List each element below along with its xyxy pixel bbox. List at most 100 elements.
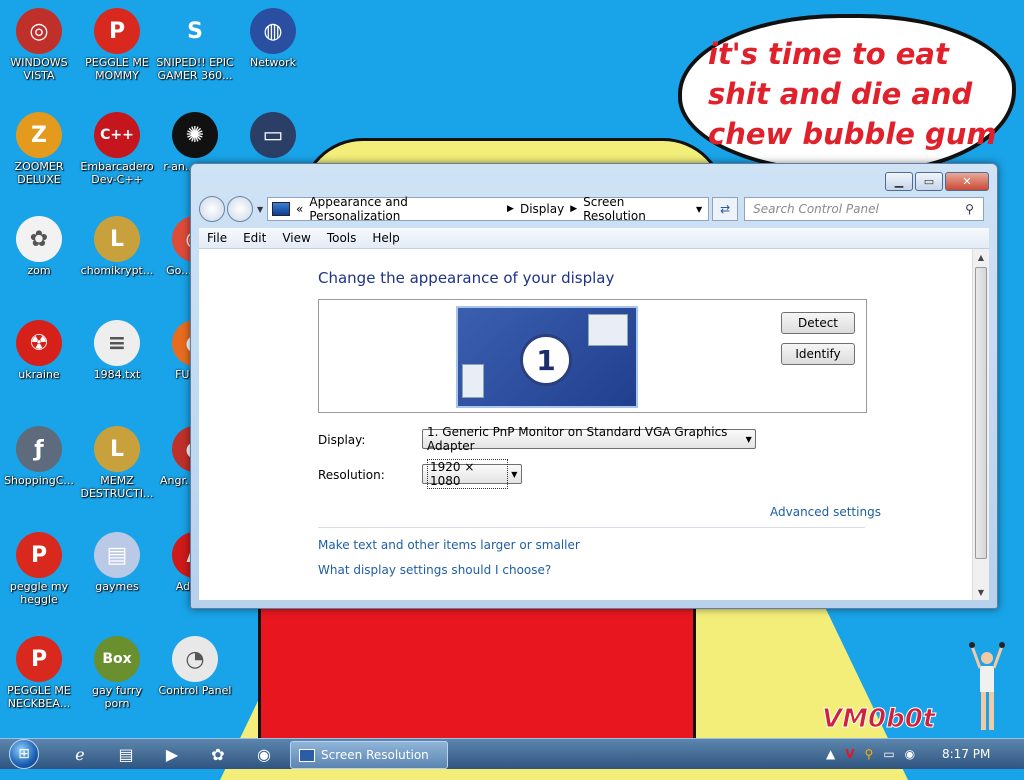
monitor-1-preview[interactable]: 1	[456, 306, 638, 408]
menu-help[interactable]: Help	[364, 231, 407, 245]
antivirus-icon[interactable]: V	[845, 747, 854, 761]
windows-logo-icon: ⊞	[9, 739, 39, 769]
content-pane: Change the appearance of your display 1 …	[199, 249, 989, 600]
desktop-icon-label: SNIPED!! EPIC GAMER 360...	[156, 56, 234, 82]
skype-icon: S	[172, 8, 218, 54]
window-thumbnail-icon	[588, 314, 628, 346]
volume-icon[interactable]: ◉	[905, 747, 915, 761]
desktop-icon[interactable]: ✿ zom	[0, 214, 78, 277]
media-player-icon[interactable]: ▶	[152, 742, 192, 766]
speech-bubble-text: it's time to eat shit and die and chew b…	[708, 37, 997, 151]
minimize-button[interactable]: ▁	[885, 172, 913, 191]
display-tray-icon[interactable]: ▭	[883, 747, 894, 761]
dancer-figure-icon	[969, 642, 1005, 730]
divider	[318, 527, 865, 528]
menu-view[interactable]: View	[274, 231, 318, 245]
desktop-icon[interactable]: ◔ Control Panel	[156, 634, 234, 697]
search-input[interactable]: Search Control Panel	[745, 202, 965, 216]
display-select[interactable]: 1. Generic PnP Monitor on Standard VGA G…	[422, 425, 756, 453]
menu-bar: File Edit View Tools Help	[199, 228, 989, 249]
navigation-bar: ▼ « Appearance and Personalization ▶ Dis…	[199, 195, 989, 223]
system-tray: ▲ V ⚲ ▭ ◉	[826, 739, 915, 769]
monitor-number: 1	[520, 334, 572, 386]
desktop-icon[interactable]: S SNIPED!! EPIC GAMER 360...	[156, 6, 234, 82]
show-hidden-icons-icon[interactable]: ▲	[826, 747, 835, 761]
desktop-icon-label: gaymes	[95, 580, 139, 593]
address-bar[interactable]: « Appearance and Personalization ▶ Displ…	[267, 195, 710, 223]
txt-icon: ≡	[94, 320, 140, 366]
window-thumbnail-icon	[462, 364, 484, 398]
resolution-select[interactable]: 1920 × 1080 ▼	[422, 459, 522, 489]
scrollbar-thumb[interactable]	[975, 267, 987, 559]
resolution-select-value: 1920 × 1080	[427, 459, 508, 489]
menu-tools[interactable]: Tools	[319, 231, 365, 245]
desktop-icon-label: peggle my heggle	[9, 580, 69, 606]
menu-file[interactable]: File	[199, 231, 235, 245]
desktop-icon[interactable]: ▤ gaymes	[78, 530, 156, 593]
desktop-icon[interactable]: ≡ 1984.txt	[78, 318, 156, 381]
advanced-settings-link[interactable]: Advanced settings	[770, 505, 881, 519]
wallpaper-signature: VM0b0t	[821, 704, 936, 735]
desktop-icon-label: chomikrypt...	[80, 264, 154, 277]
back-button[interactable]	[199, 196, 225, 222]
breadcrumb-appearance[interactable]: Appearance and Personalization	[309, 195, 501, 223]
desktop-icon-label: Control Panel	[158, 684, 232, 697]
desktop-icon[interactable]: ◍ Network	[234, 6, 312, 69]
wallpaper-shirt	[258, 600, 696, 750]
recent-pages-dropdown[interactable]: ▼	[257, 205, 263, 214]
search-box[interactable]: Search Control Panel ⚲	[744, 197, 985, 221]
desktop-icon-label: PEGGLE ME NECKBEA...	[7, 684, 71, 710]
desktop-icon[interactable]: ▭	[234, 110, 312, 160]
desktop-icon[interactable]: P PEGGLE ME NECKBEA...	[0, 634, 78, 710]
forward-button[interactable]	[227, 196, 253, 222]
refresh-button[interactable]: ⇄	[712, 197, 739, 221]
close-button[interactable]: ✕	[945, 172, 989, 191]
address-dropdown-icon[interactable]: ▼	[696, 205, 702, 214]
desktop-icon[interactable]: ◎ WINDOWS VISTA	[0, 6, 78, 82]
desktop-icon-label: ukraine	[18, 368, 60, 381]
desktop-icon[interactable]: C++ Embarcadero Dev-C++	[78, 110, 156, 186]
plant-icon: ✿	[16, 216, 62, 262]
desktop-icon[interactable]: ƒ ShoppingC...	[0, 424, 78, 487]
desktop-icon[interactable]: Ppeggle my heggle	[0, 530, 78, 606]
monitor-preview-area: 1 Detect Identify	[318, 299, 867, 413]
desktop-icon[interactable]: ☢ ukraine	[0, 318, 78, 381]
identify-button[interactable]: Identify	[781, 343, 855, 365]
clock[interactable]: 8:17 PM	[942, 747, 990, 761]
scroll-up-icon[interactable]: ▲	[973, 249, 989, 265]
vertical-scrollbar[interactable]: ▲ ▼	[972, 249, 989, 600]
display-help-link[interactable]: What display settings should I choose?	[318, 563, 551, 577]
paint-icon[interactable]: ✿	[198, 742, 238, 766]
breadcrumb-overflow[interactable]: «	[296, 202, 303, 216]
scroll-down-icon[interactable]: ▼	[973, 584, 989, 600]
breadcrumb-display[interactable]: Display	[520, 202, 564, 216]
text-size-link[interactable]: Make text and other items larger or smal…	[318, 538, 580, 552]
internet-explorer-icon[interactable]: ℯ	[60, 742, 100, 766]
breadcrumb-screen-resolution[interactable]: Screen Resolution	[583, 195, 690, 223]
desktop-icon[interactable]: L MEMZ DESTRUCTI...	[78, 424, 156, 500]
file-explorer-icon[interactable]: ▤	[106, 742, 146, 766]
start-button[interactable]: ⊞	[4, 739, 44, 769]
page-title: Change the appearance of your display	[318, 269, 615, 287]
search-tray-icon[interactable]: ⚲	[865, 747, 874, 761]
lnk-icon: L	[94, 426, 140, 472]
peggle-icon: P	[16, 532, 62, 578]
detect-button[interactable]: Detect	[781, 312, 855, 334]
folder-icon: ▤	[94, 532, 140, 578]
maximize-button[interactable]: ▭	[915, 172, 943, 191]
chrome-icon[interactable]: ◉	[244, 742, 284, 766]
menu-edit[interactable]: Edit	[235, 231, 274, 245]
desktop-icon-label: 1984.txt	[93, 368, 141, 381]
taskbar-item-screen-resolution[interactable]: Screen Resolution	[290, 741, 448, 769]
search-icon[interactable]: ⚲	[965, 202, 983, 216]
taskbar-item-label: Screen Resolution	[321, 748, 429, 762]
desktop-icon-label: MEMZ DESTRUCTI...	[80, 474, 154, 500]
chevron-right-icon[interactable]: ▶	[507, 204, 514, 214]
red-app-icon: ✺	[172, 112, 218, 158]
chevron-right-icon[interactable]: ▶	[570, 204, 577, 214]
desktop-icon[interactable]: P PEGGLE ME MOMMY	[78, 6, 156, 82]
desktop-icon-label: ZOOMER DELUXE	[14, 160, 64, 186]
desktop-icon[interactable]: Box gay furry porn	[78, 634, 156, 710]
desktop-icon[interactable]: Z ZOOMER DELUXE	[0, 110, 78, 186]
desktop-icon[interactable]: Lchomikrypt...	[78, 214, 156, 277]
